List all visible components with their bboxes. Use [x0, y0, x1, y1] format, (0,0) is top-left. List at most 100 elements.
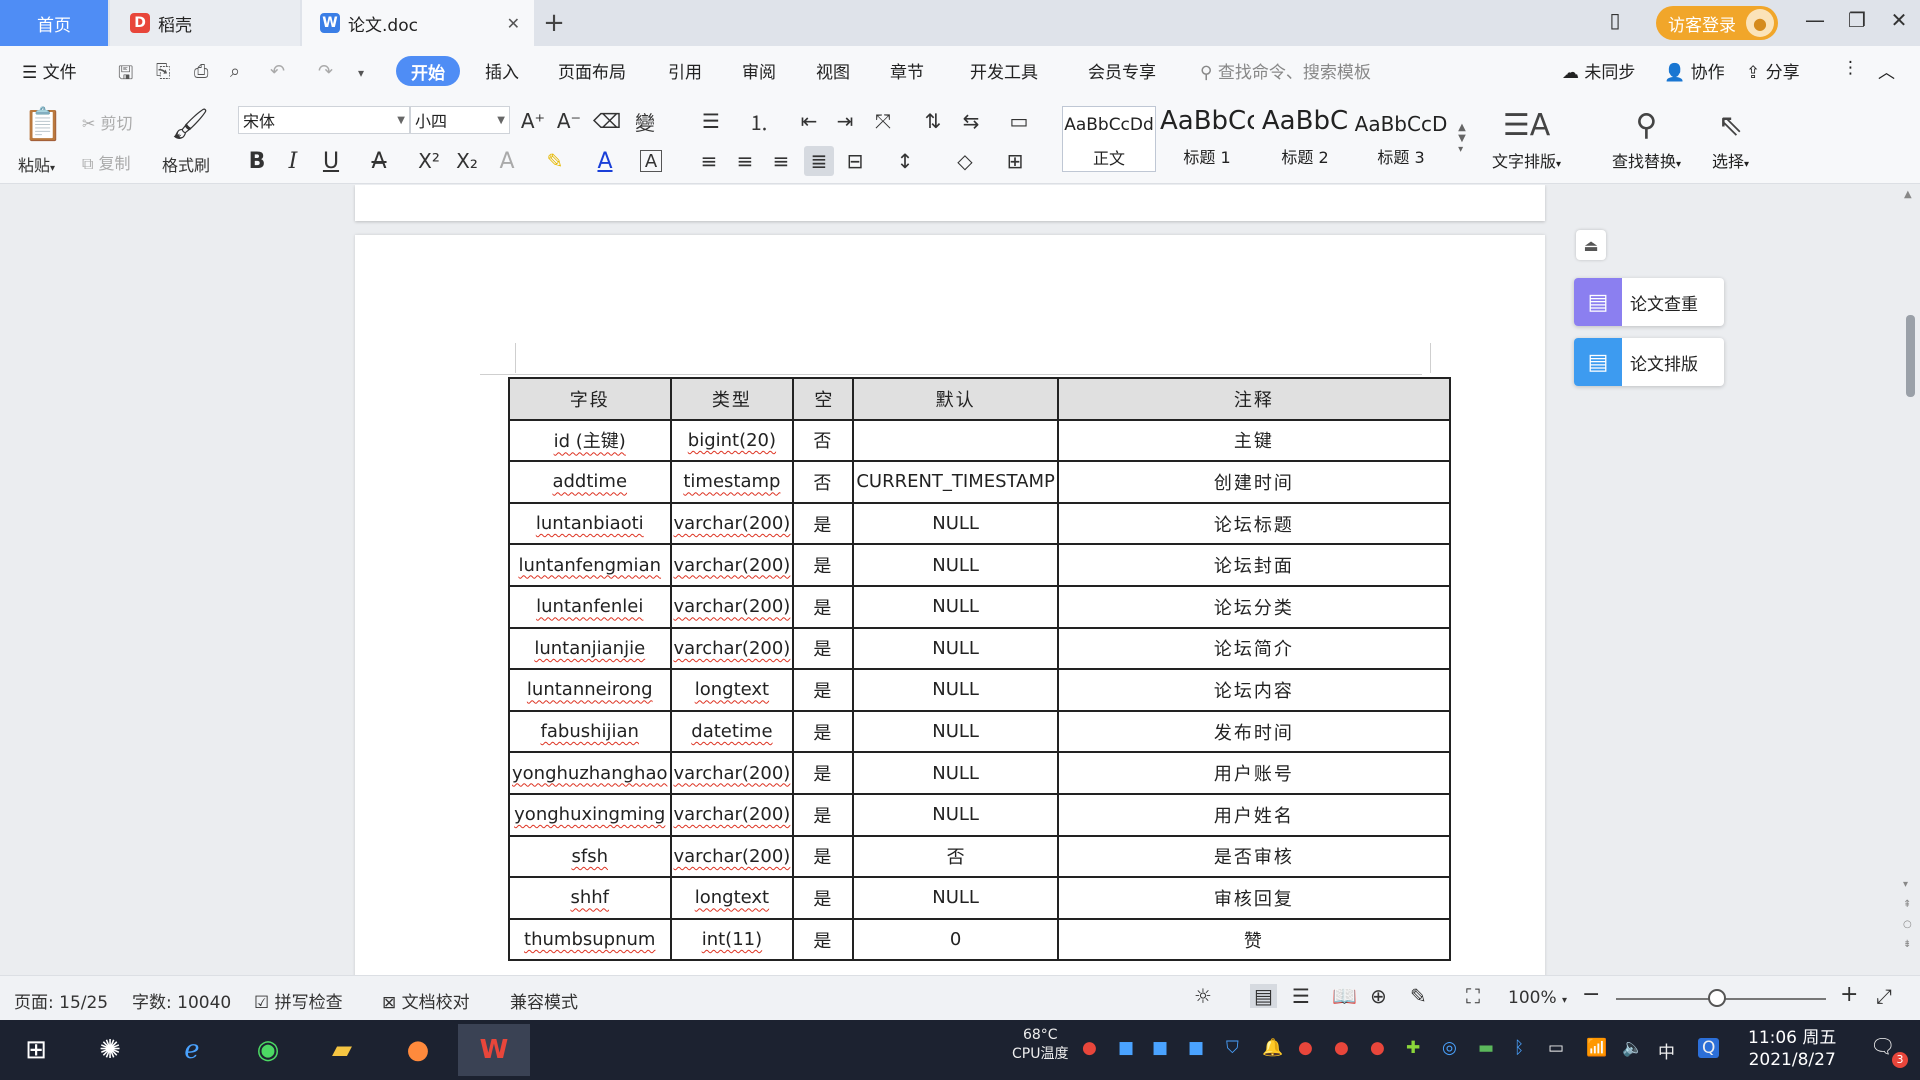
- quick-access-dropdown-icon[interactable]: ▾: [358, 66, 364, 80]
- justify-icon[interactable]: ≣: [804, 146, 834, 176]
- bluetooth-icon[interactable]: ᛒ: [1514, 1038, 1524, 1058]
- more-icon[interactable]: ⋮: [1842, 58, 1859, 78]
- vertical-scrollbar[interactable]: ▲ ▾ ⇞ ○ ⇟: [1900, 185, 1920, 975]
- collapse-ribbon-icon[interactable]: ︿: [1878, 58, 1895, 83]
- italic-icon[interactable]: I: [280, 146, 306, 176]
- menu-page-layout[interactable]: 页面布局: [558, 58, 626, 83]
- tab-daoke[interactable]: D 稻壳: [110, 0, 300, 46]
- increase-indent-icon[interactable]: ⇥: [830, 108, 860, 134]
- tray-app-icon[interactable]: ◎: [1442, 1038, 1457, 1058]
- subscript-icon[interactable]: X₂: [452, 146, 482, 176]
- windows-start-icon[interactable]: ⊞: [12, 1028, 60, 1072]
- text-direction-icon[interactable]: ⇆: [956, 108, 986, 134]
- table-row[interactable]: yonghuzhanghao varchar(200) 是 NULL 用户账号: [508, 751, 1451, 795]
- clear-format-icon[interactable]: ⌫: [593, 108, 621, 134]
- tray-app-icon[interactable]: ●: [1370, 1038, 1385, 1058]
- cell-null[interactable]: 是: [792, 751, 855, 795]
- cell-comment[interactable]: 论坛分类: [1056, 584, 1451, 629]
- menu-start[interactable]: 开始: [396, 56, 460, 86]
- align-left-icon[interactable]: ≡: [696, 146, 722, 176]
- cell-field[interactable]: luntanjianjie: [508, 626, 672, 671]
- cell-null[interactable]: 是: [792, 834, 855, 879]
- write-view-icon[interactable]: ✎: [1410, 984, 1427, 1008]
- word-count[interactable]: 字数: 10040: [132, 988, 231, 1013]
- font-size-select[interactable]: 小四 ▼: [410, 106, 510, 134]
- new-tab-button[interactable]: +: [540, 0, 568, 46]
- cell-comment[interactable]: 是否审核: [1056, 834, 1451, 879]
- zoom-out-icon[interactable]: −: [1582, 982, 1600, 1007]
- cell-type[interactable]: varchar(200): [669, 751, 795, 795]
- menu-member[interactable]: 会员专享: [1088, 58, 1156, 83]
- print-preview-icon[interactable]: ⌕: [230, 61, 240, 82]
- font-name-select[interactable]: 宋体 ▼: [238, 106, 410, 134]
- fit-page-icon[interactable]: ⛶: [1466, 984, 1480, 1008]
- borders-icon[interactable]: ⊞: [1000, 146, 1030, 176]
- style-heading-3[interactable]: AaBbCcD 标题 3: [1354, 106, 1448, 172]
- cell-default[interactable]: CURRENT_TIMESTAMP: [852, 460, 1059, 504]
- cell-default[interactable]: NULL: [852, 543, 1059, 587]
- tray-app-icon[interactable]: ●: [1298, 1038, 1313, 1058]
- cell-type[interactable]: varchar(200): [669, 543, 795, 587]
- tab-home[interactable]: 首页: [0, 0, 108, 46]
- zoom-level[interactable]: 100% ▾: [1508, 988, 1567, 1008]
- cell-default[interactable]: NULL: [852, 668, 1059, 712]
- cell-null[interactable]: 是: [792, 792, 855, 837]
- cell-default[interactable]: NULL: [852, 584, 1059, 629]
- cell-comment[interactable]: 主键: [1056, 418, 1451, 463]
- cell-comment[interactable]: 论坛简介: [1056, 626, 1451, 671]
- bell-icon[interactable]: 🔔: [1262, 1038, 1283, 1058]
- tray-app-icon[interactable]: ■: [1118, 1038, 1134, 1058]
- file-explorer-icon[interactable]: ▰: [318, 1028, 366, 1072]
- redo-icon[interactable]: ↷: [318, 61, 333, 82]
- cell-null[interactable]: 否: [792, 460, 855, 504]
- tray-app-icon[interactable]: ●: [1082, 1038, 1097, 1058]
- app-360-icon[interactable]: ✺: [86, 1028, 134, 1072]
- cell-null[interactable]: 是: [792, 626, 855, 671]
- menu-chapter[interactable]: 章节: [890, 58, 924, 83]
- cell-default[interactable]: NULL: [852, 709, 1059, 754]
- cell-type[interactable]: timestamp: [669, 460, 795, 504]
- table-row[interactable]: addtime timestamp 否 CURRENT_TIMESTAMP 创建时间: [508, 460, 1451, 504]
- cell-type[interactable]: varchar(200): [669, 584, 795, 629]
- ime-indicator[interactable]: 中: [1658, 1038, 1675, 1063]
- styles-scroll-icon[interactable]: ▲ ▼ ▾: [1454, 108, 1470, 168]
- collaborate-button[interactable]: 👤 协作: [1664, 58, 1725, 83]
- strikethrough-icon[interactable]: A: [364, 146, 394, 176]
- cell-default[interactable]: 0: [852, 917, 1059, 962]
- bullets-icon[interactable]: ☰: [696, 108, 726, 134]
- reading-view-icon[interactable]: 📖: [1332, 984, 1357, 1008]
- cell-field[interactable]: luntanfengmian: [508, 543, 672, 587]
- cell-type[interactable]: longtext: [669, 876, 795, 920]
- fullscreen-icon[interactable]: ⤢: [1876, 984, 1892, 1008]
- shrink-font-icon[interactable]: A⁻: [556, 108, 582, 134]
- cell-field[interactable]: shhf: [508, 876, 672, 920]
- format-painter-button[interactable]: 格式刷: [162, 152, 210, 176]
- zoom-in-icon[interactable]: +: [1840, 982, 1858, 1007]
- file-menu[interactable]: ☰ 文件: [22, 58, 77, 83]
- cell-field[interactable]: luntanbiaoti: [508, 501, 672, 546]
- close-window-icon[interactable]: ✕: [1884, 8, 1914, 32]
- menu-review[interactable]: 审阅: [742, 58, 776, 83]
- cell-field[interactable]: addtime: [508, 460, 672, 504]
- cell-type[interactable]: varchar(200): [669, 792, 795, 837]
- text-effect-icon[interactable]: A: [492, 146, 522, 176]
- doc-proofread-button[interactable]: ⊠ 文档校对: [382, 988, 470, 1013]
- select-button[interactable]: ⇖ 选择▾: [1712, 104, 1749, 172]
- visitor-login-button[interactable]: 访客登录 ●: [1656, 6, 1778, 40]
- wifi-icon[interactable]: 📶: [1586, 1038, 1607, 1058]
- cell-default[interactable]: NULL: [852, 501, 1059, 546]
- distributed-icon[interactable]: ⊟: [842, 146, 868, 176]
- save-icon[interactable]: 🖫: [118, 61, 133, 91]
- align-right-icon[interactable]: ≡: [768, 146, 794, 176]
- cell-default[interactable]: 否: [852, 834, 1059, 879]
- table-row[interactable]: thumbsupnum int(11) 是 0 赞: [508, 917, 1451, 962]
- style-heading-2[interactable]: AaBbC 标题 2: [1258, 106, 1352, 172]
- chinese-layout-icon[interactable]: ⤧: [868, 108, 898, 134]
- table-row[interactable]: luntanbiaoti varchar(200) 是 NULL 论坛标题: [508, 501, 1451, 546]
- table-row[interactable]: luntanjianjie varchar(200) 是 NULL 论坛简介: [508, 626, 1451, 671]
- table-row[interactable]: luntanfengmian varchar(200) 是 NULL 论坛封面: [508, 543, 1451, 587]
- cell-field[interactable]: fabushijian: [508, 709, 672, 754]
- page-nav-icon[interactable]: ▾ ⇞ ○ ⇟: [1903, 875, 1912, 955]
- field-table[interactable]: 字段 类型 空 默认 注释 id (主键) bigint(20) 否 主键 addtim…: [508, 377, 1451, 962]
- cell-comment[interactable]: 用户姓名: [1056, 792, 1451, 837]
